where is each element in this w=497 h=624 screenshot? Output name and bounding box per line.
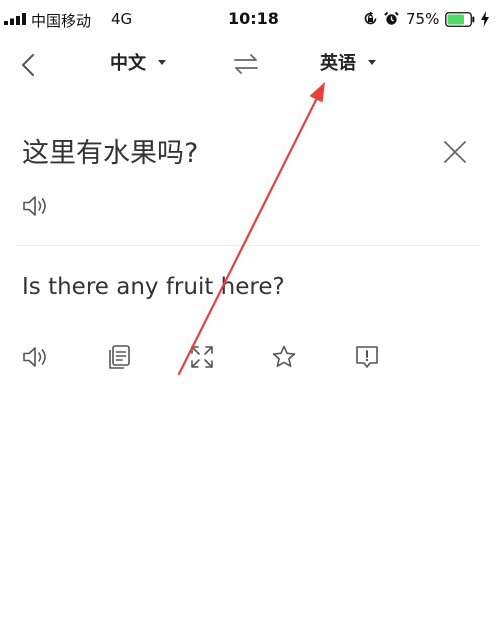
swap-languages-icon[interactable] xyxy=(232,52,260,76)
back-icon[interactable] xyxy=(18,52,40,78)
speaker-icon[interactable] xyxy=(22,344,48,370)
annotation-arrow xyxy=(177,82,325,376)
target-language-label: 英语 xyxy=(320,53,356,74)
signal-icon xyxy=(4,13,26,25)
copy-icon[interactable] xyxy=(106,344,132,370)
fullscreen-icon[interactable] xyxy=(189,344,215,370)
source-language-label: 中文 xyxy=(110,53,146,74)
battery-icon xyxy=(445,12,475,27)
alarm-icon xyxy=(384,11,399,25)
network-type: 4G xyxy=(111,10,133,28)
status-time: 10:18 xyxy=(228,9,279,28)
section-divider xyxy=(16,245,480,246)
source-language-selector[interactable]: 中文 xyxy=(110,52,166,76)
star-icon[interactable] xyxy=(271,344,297,370)
report-icon[interactable] xyxy=(354,344,380,370)
speaker-icon[interactable] xyxy=(22,194,48,218)
target-language-selector[interactable]: 英语 xyxy=(320,52,376,76)
status-bar: 中国移动 4G 10:18 75% xyxy=(0,0,497,40)
dropdown-caret-icon xyxy=(368,59,376,65)
close-icon[interactable] xyxy=(443,140,467,164)
orientation-lock-icon xyxy=(364,11,377,25)
battery-percentage: 75% xyxy=(406,10,440,28)
charging-icon xyxy=(481,11,489,27)
source-text[interactable]: 这里有水果吗? xyxy=(22,131,198,170)
dropdown-caret-icon xyxy=(158,59,166,65)
translation-result: Is there any fruit here? xyxy=(22,274,285,300)
carrier-name: 中国移动 xyxy=(31,12,92,30)
